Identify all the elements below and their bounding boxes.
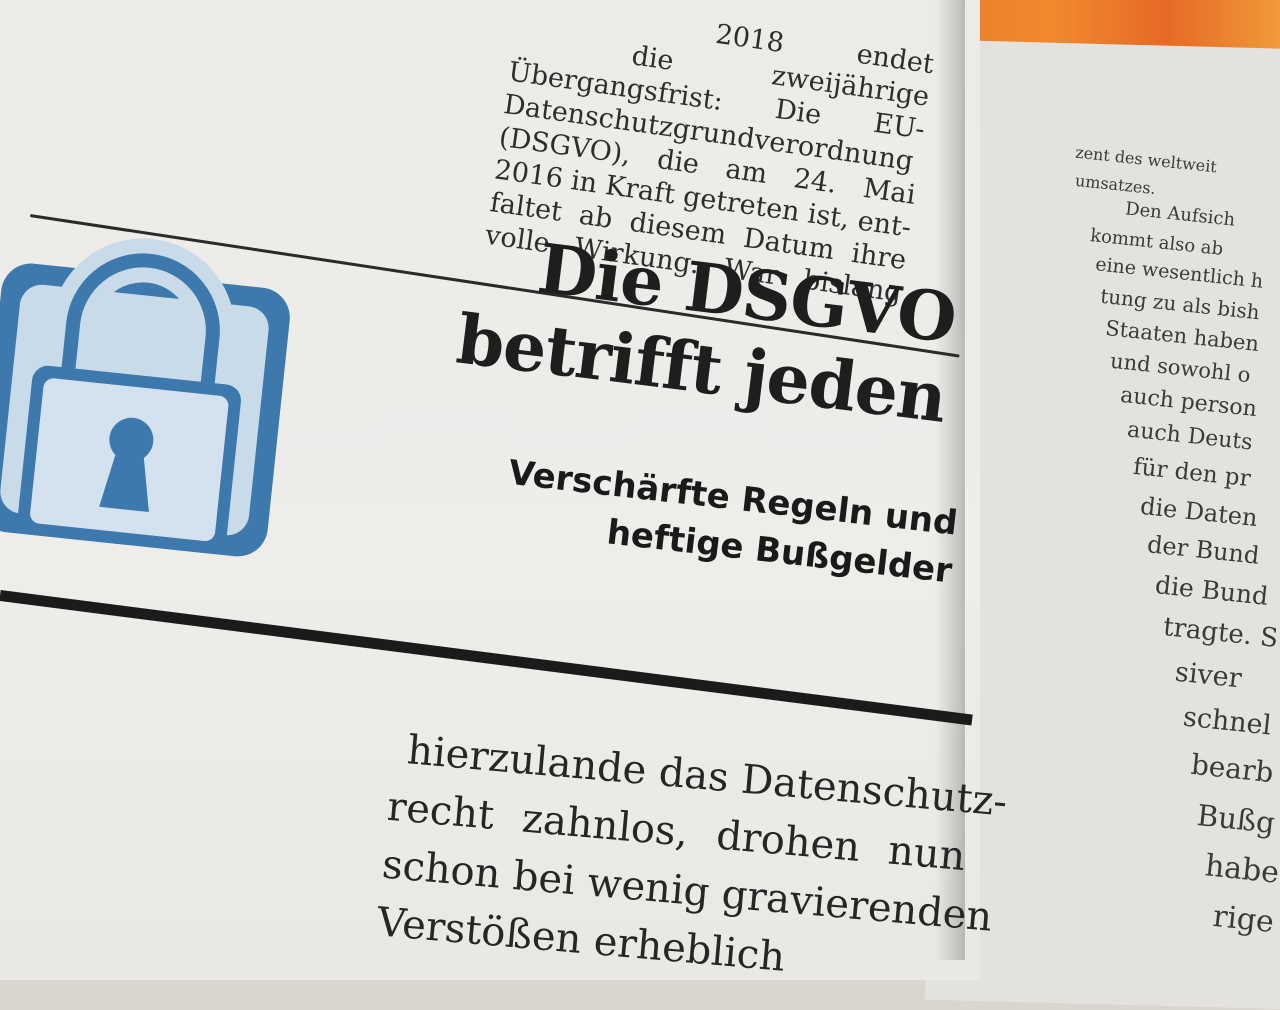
right-line: rige bbox=[1211, 898, 1276, 941]
padlock-icon bbox=[0, 235, 300, 575]
